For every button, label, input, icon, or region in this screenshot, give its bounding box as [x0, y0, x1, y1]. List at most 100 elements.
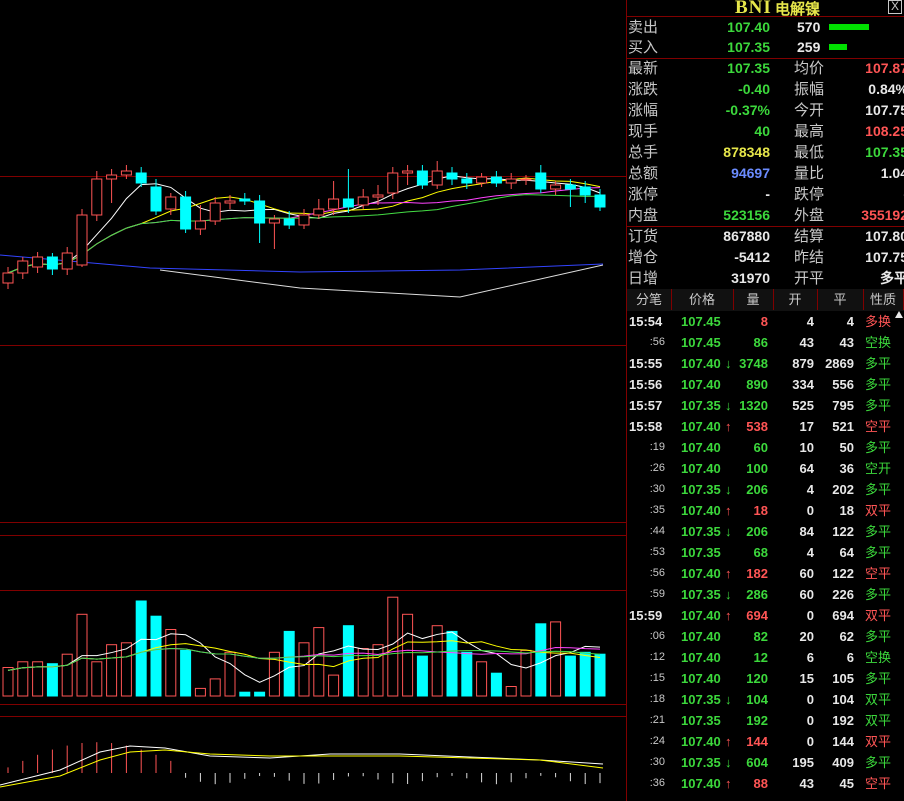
tick-row[interactable]: :21 107.35 192 0 192 双平 — [627, 710, 904, 731]
tick-volume: 1320 — [739, 398, 768, 413]
candle-body — [402, 170, 414, 174]
tick-column-header[interactable]: 分笔 — [627, 289, 672, 310]
tick-open: 195 — [792, 755, 814, 770]
stat-label: 开平 — [794, 270, 825, 287]
tick-open: 84 — [799, 524, 814, 539]
tick-nature: 空换 — [865, 335, 892, 350]
tick-row[interactable]: :44 107.35 ↓ 206 84 122 多平 — [627, 521, 904, 542]
indicator-line-2 — [0, 749, 604, 788]
tick-close: 122 — [832, 524, 854, 539]
tick-row[interactable]: :30 107.35 ↓ 206 4 202 多平 — [627, 479, 904, 500]
tick-row[interactable]: :19 107.40 60 10 50 多平 — [627, 437, 904, 458]
tick-row[interactable]: :59 107.35 ↓ 286 60 226 多平 — [627, 584, 904, 605]
tick-row[interactable]: :15 107.40 120 15 105 多平 — [627, 668, 904, 689]
tick-direction-icon: ↑ — [725, 776, 732, 791]
moving-average-lines — [0, 175, 604, 298]
tick-row[interactable]: :24 107.40 ↑ 144 0 144 双平 — [627, 731, 904, 752]
tick-close: 556 — [832, 377, 854, 392]
tick-row[interactable]: 15:56 107.40 890 334 556 多平 — [627, 374, 904, 395]
volume-bar — [476, 661, 488, 697]
chart-grid — [0, 176, 626, 717]
close-icon[interactable]: X — [888, 0, 902, 14]
tick-row[interactable]: 15:59 107.40 ↑ 694 0 694 双平 — [627, 605, 904, 626]
volume-bar — [135, 600, 147, 697]
tick-row[interactable]: :35 107.40 ↑ 18 0 18 双平 — [627, 500, 904, 521]
tick-time: :06 — [649, 630, 665, 642]
tick-column-header[interactable]: 性质 — [863, 289, 904, 310]
stat-label: 结算 — [794, 228, 825, 245]
candle-body — [2, 272, 14, 284]
stat-label: 量比 — [794, 165, 825, 182]
tick-close: 409 — [832, 755, 854, 770]
tick-time: :15 — [649, 672, 665, 684]
tick-nature: 空平 — [865, 776, 892, 791]
kline-chart[interactable] — [0, 0, 626, 801]
tick-price: 107.35 — [681, 713, 721, 728]
tick-time: :44 — [649, 525, 665, 537]
stat-row: 现手 40 最高 108.25 — [627, 121, 904, 142]
volume-bar — [416, 655, 428, 697]
candle-body — [594, 194, 606, 208]
tick-price: 107.35 — [681, 692, 721, 707]
candle-body — [387, 172, 399, 194]
tick-direction-icon: ↓ — [725, 587, 732, 602]
stat-value: 107.87 — [865, 60, 904, 76]
tick-nature: 双平 — [865, 734, 892, 749]
tick-open: 6 — [806, 650, 814, 665]
tick-row[interactable]: :56 107.40 ↑ 182 60 122 空平 — [627, 563, 904, 584]
tick-column-header[interactable]: 价格 — [671, 289, 734, 310]
tick-volume: 82 — [753, 629, 768, 644]
tick-time: :36 — [649, 777, 665, 789]
candle-body — [490, 176, 502, 184]
stat-value: 1.04 — [880, 165, 904, 181]
tick-time: 15:56 — [629, 377, 663, 392]
candle-body — [180, 196, 192, 230]
tick-row[interactable]: :12 107.40 12 6 6 空换 — [627, 647, 904, 668]
tick-open: 0 — [806, 713, 814, 728]
tick-column-header[interactable]: 开 — [773, 289, 818, 310]
tick-row[interactable]: :26 107.40 100 64 36 空开 — [627, 458, 904, 479]
tick-row[interactable]: 15:55 107.40 ↓ 3748 879 2869 多平 — [627, 353, 904, 374]
tick-row[interactable]: :56 107.45 86 43 43 空换 — [627, 332, 904, 353]
volume-bar — [254, 691, 266, 697]
tick-nature: 空平 — [865, 419, 892, 434]
tick-column-header[interactable]: 平 — [817, 289, 864, 310]
tick-price: 107.40 — [681, 671, 721, 686]
tick-volume: 3748 — [739, 356, 768, 371]
stat-label: 增仓 — [628, 249, 659, 266]
tick-column-header[interactable]: 量 — [733, 289, 774, 310]
tick-close: 202 — [832, 482, 854, 497]
stat-value: 523156 — [723, 207, 770, 223]
tick-direction-icon: ↑ — [725, 734, 732, 749]
tick-row[interactable]: :18 107.35 ↓ 104 0 104 双平 — [627, 689, 904, 710]
tick-row[interactable]: :36 107.40 ↑ 88 43 45 空平 — [627, 773, 904, 794]
volume-bar — [490, 672, 502, 697]
tick-price: 107.35 — [681, 524, 721, 539]
tick-open: 10 — [799, 440, 814, 455]
tick-price: 107.35 — [681, 398, 721, 413]
tick-volume: 604 — [746, 755, 768, 770]
tick-row[interactable]: 15:58 107.40 ↑ 538 17 521 空平 — [627, 416, 904, 437]
tick-row[interactable]: 15:54 107.45 8 4 4 多换 — [627, 311, 904, 332]
tick-nature: 多平 — [865, 398, 892, 413]
candle-body — [298, 214, 310, 226]
tick-open: 334 — [792, 377, 814, 392]
tick-row[interactable]: 15:57 107.35 ↓ 1320 525 795 多平 — [627, 395, 904, 416]
stat-value: 0.84% — [868, 81, 904, 97]
volume-bar — [46, 663, 58, 697]
stat-value: 107.35 — [727, 60, 770, 76]
candle-body — [106, 174, 118, 180]
candle-body — [372, 194, 384, 198]
tick-time: :30 — [649, 756, 665, 768]
volume-bar — [313, 627, 325, 697]
candle-body — [120, 170, 132, 176]
stat-value: -0.40 — [738, 81, 770, 97]
tick-row[interactable]: :30 107.35 ↓ 604 195 409 多平 — [627, 752, 904, 773]
tick-row[interactable]: :06 107.40 82 20 62 多平 — [627, 626, 904, 647]
tick-nature: 空换 — [865, 650, 892, 665]
tick-row[interactable]: :53 107.35 68 4 64 多平 — [627, 542, 904, 563]
tick-nature: 多平 — [865, 587, 892, 602]
volume-bar — [17, 661, 29, 697]
candle-body — [342, 198, 354, 208]
volume-bar — [91, 661, 103, 697]
